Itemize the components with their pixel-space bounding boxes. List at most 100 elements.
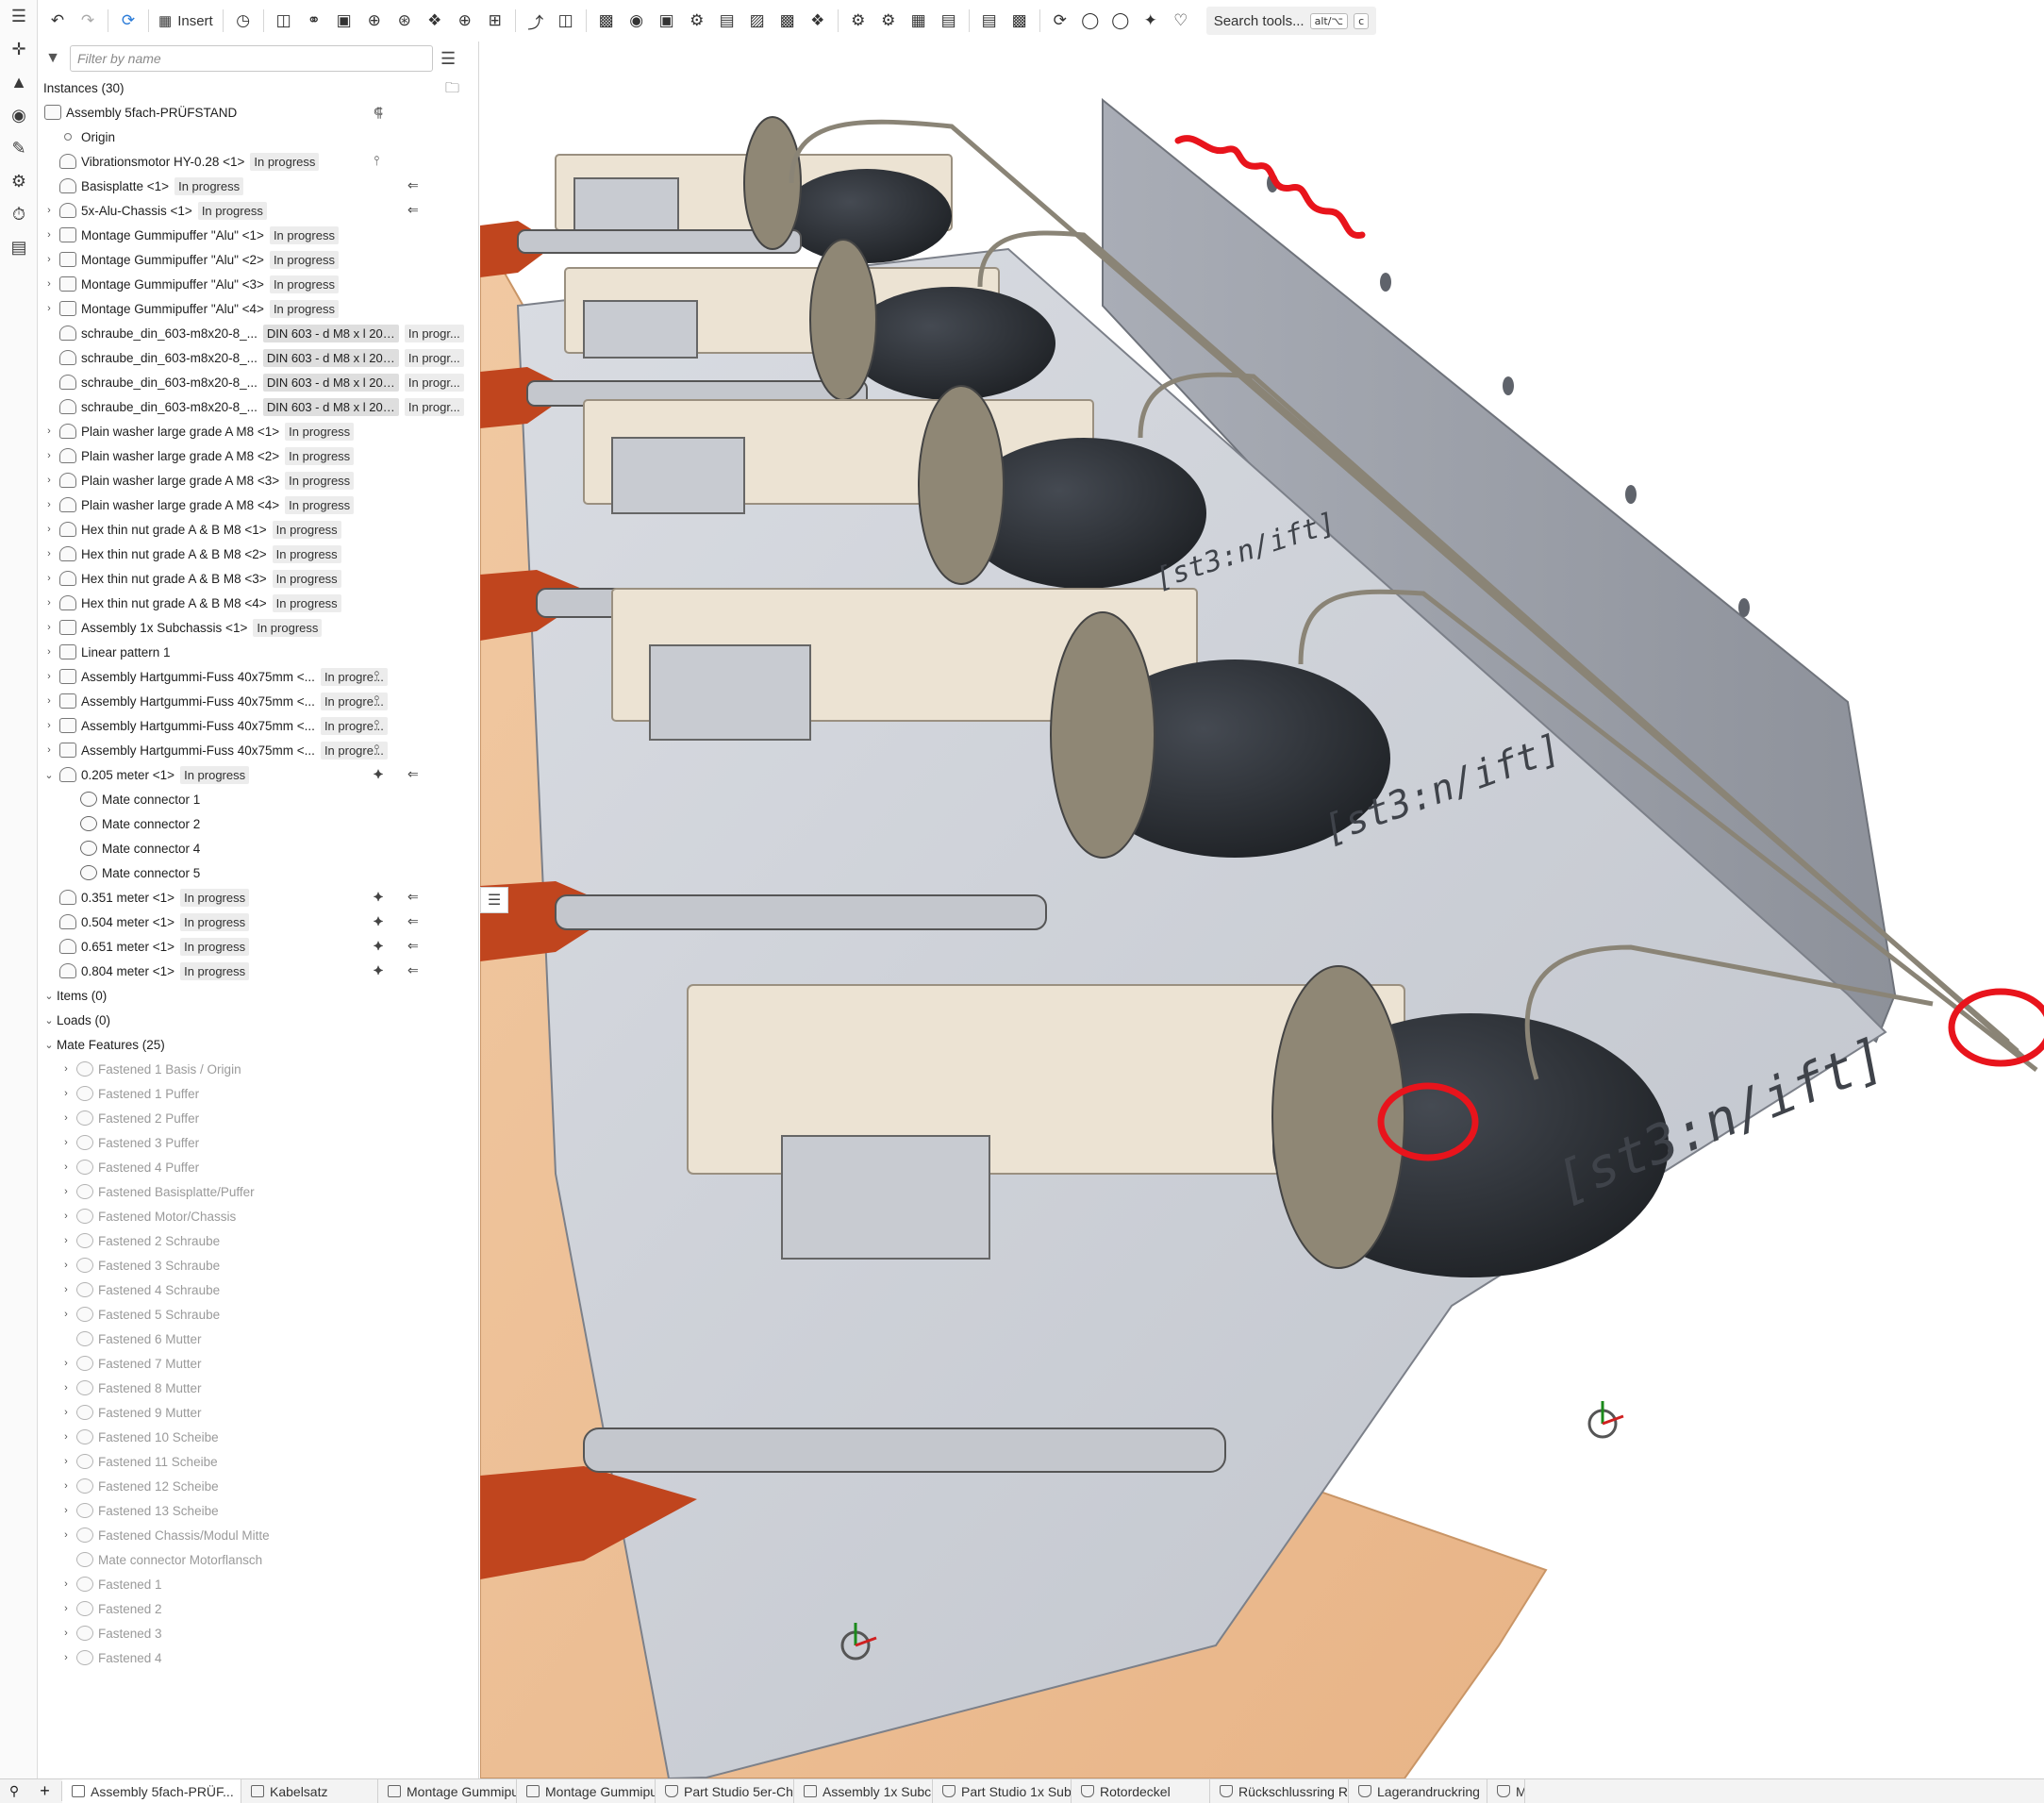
mate-feature-row[interactable]: › Fastened 2 Schraube: [38, 1228, 478, 1253]
add-mate-icon[interactable]: ✛: [0, 33, 38, 66]
gear-icon[interactable]: ⚙: [683, 6, 711, 36]
chevron-icon[interactable]: ›: [42, 303, 57, 314]
filter-icon[interactable]: ▼: [43, 50, 62, 67]
chevron-icon[interactable]: ›: [42, 720, 57, 731]
instance-row[interactable]: › Hex thin nut grade A & B M8 <2> In progr…: [38, 542, 478, 566]
document-tab[interactable]: Kabelsatz: [241, 1778, 378, 1803]
document-tab[interactable]: Lagerandruckring: [1349, 1778, 1487, 1803]
arrow-left-icon[interactable]: ⇐: [407, 913, 419, 929]
chevron-icon[interactable]: ›: [58, 1137, 74, 1148]
tangent-mate-icon[interactable]: ⤴: [522, 6, 550, 36]
mate-feature-row[interactable]: › Fastened 2: [38, 1596, 478, 1621]
document-tab[interactable]: Assembly 1x Subchassis: [794, 1778, 933, 1803]
notes-icon[interactable]: ✎: [0, 132, 38, 165]
chevron-icon[interactable]: ›: [42, 646, 57, 658]
mate-status-icon[interactable]: ⯌: [374, 962, 384, 978]
mate-feature-row[interactable]: Fastened 6 Mutter: [38, 1327, 478, 1351]
mate-status-icon[interactable]: ⫯: [374, 742, 379, 758]
mate-status-icon[interactable]: ⫯: [374, 153, 379, 169]
chevron-icon[interactable]: ›: [42, 524, 57, 535]
instance-row[interactable]: › Montage Gummipuffer "Alu" <1> In progres…: [38, 223, 478, 247]
redo-icon[interactable]: ↷: [74, 6, 102, 36]
chevron-icon[interactable]: ›: [58, 1309, 74, 1320]
chevron-icon[interactable]: ›: [58, 1382, 74, 1394]
configuration-badge[interactable]: DIN 603 - d M8 x l 20 ...: [262, 397, 399, 416]
revolute-mate-icon[interactable]: ⚭: [300, 6, 328, 36]
width-mate-icon[interactable]: ◫: [552, 6, 580, 36]
mate-connector-row[interactable]: Mate connector 5: [38, 860, 478, 885]
chevron-icon[interactable]: ›: [42, 278, 57, 290]
mirror-icon[interactable]: ⚙: [844, 6, 872, 36]
document-tab[interactable]: Montage Gummipuffer: [378, 1778, 517, 1803]
chevron-icon[interactable]: ›: [58, 1284, 74, 1295]
instance-row[interactable]: 0.804 meter <1> In progress ⯌ ⇐: [38, 959, 478, 983]
instance-row[interactable]: 0.651 meter <1> In progress ⯌ ⇐: [38, 934, 478, 959]
chevron-icon[interactable]: ›: [58, 1088, 74, 1099]
chevron-icon[interactable]: ›: [42, 744, 57, 756]
instance-row[interactable]: Vibrationsmotor HY-0.28 <1> In progress ⫯: [38, 149, 478, 174]
chevron-icon[interactable]: ›: [58, 1456, 74, 1467]
slider-mate-icon[interactable]: ▣: [330, 6, 358, 36]
chevron-icon[interactable]: ›: [58, 1235, 74, 1246]
mate-status-icon[interactable]: ⯌: [374, 766, 384, 782]
chevron-icon[interactable]: ›: [42, 499, 57, 510]
instance-row[interactable]: schraube_din_603-m8x20-8_... DIN 603 - d …: [38, 321, 478, 345]
mate-status-icon[interactable]: ⯌: [374, 938, 384, 954]
chevron-icon[interactable]: ›: [42, 597, 57, 609]
mate-feature-row[interactable]: › Fastened 2 Puffer: [38, 1106, 478, 1130]
chevron-icon[interactable]: ›: [58, 1628, 74, 1639]
animate-icon[interactable]: ▤: [935, 6, 963, 36]
document-tab[interactable]: Part Studio 5er-Chassis: [656, 1778, 794, 1803]
origin-row[interactable]: Origin: [38, 125, 478, 149]
chevron-icon[interactable]: ›: [42, 548, 57, 559]
chevron-icon[interactable]: ›: [42, 254, 57, 265]
screw-icon[interactable]: ▨: [743, 6, 772, 36]
mate-status-icon[interactable]: ⫯: [374, 717, 379, 733]
mate-status-icon[interactable]: ⯌: [374, 913, 384, 929]
document-tab[interactable]: Rückschlussring Rotor: [1210, 1778, 1349, 1803]
chevron-icon[interactable]: ›: [42, 229, 57, 241]
chevron-icon[interactable]: ›: [42, 671, 57, 682]
add-tab-icon[interactable]: +: [28, 1781, 62, 1801]
sync-icon[interactable]: ⟳: [114, 6, 142, 36]
chevron-icon[interactable]: ⌄: [42, 769, 57, 781]
instance-row[interactable]: › Plain washer large grade A M8 <4> In pro…: [38, 492, 478, 517]
chevron-down-icon[interactable]: ⌄: [42, 1039, 57, 1051]
instance-row[interactable]: › 5x-Alu-Chassis <1> In progress ⇐: [38, 198, 478, 223]
chevron-icon[interactable]: ›: [58, 1505, 74, 1516]
chevron-icon[interactable]: ›: [58, 1063, 74, 1075]
chevron-down-icon[interactable]: ⌄: [42, 990, 57, 1002]
instance-row[interactable]: › Plain washer large grade A M8 <1> In pro…: [38, 419, 478, 443]
chevron-icon[interactable]: ›: [42, 205, 57, 216]
named-views-icon[interactable]: ⟳: [1046, 6, 1074, 36]
configuration-badge[interactable]: DIN 603 - d M8 x l 20 ...: [262, 324, 399, 342]
mate-feature-row[interactable]: › Fastened 4 Schraube: [38, 1277, 478, 1302]
transparency-icon[interactable]: ♡: [1167, 6, 1195, 36]
new-folder-icon[interactable]: 🗀: [445, 78, 459, 102]
instance-row[interactable]: › Assembly Hartgummi-Fuss 40x75mm <... In …: [38, 713, 478, 738]
pin-icon[interactable]: ⸿: [374, 104, 383, 122]
chevron-icon[interactable]: ›: [58, 1210, 74, 1222]
parallel-mate-icon[interactable]: ⊕: [451, 6, 479, 36]
list-view-icon[interactable]: ☰: [440, 49, 456, 69]
mate-features-header[interactable]: ⌄ Mate Features (25): [38, 1032, 478, 1057]
chevron-icon[interactable]: ›: [58, 1358, 74, 1369]
mate-feature-row[interactable]: › Fastened 3 Schraube: [38, 1253, 478, 1277]
insert-button[interactable]: ▦ Insert: [155, 6, 217, 36]
cylindrical-mate-icon[interactable]: ⊕: [360, 6, 389, 36]
instance-row[interactable]: 0.504 meter <1> In progress ⯌ ⇐: [38, 910, 478, 934]
chevron-icon[interactable]: ›: [58, 1652, 74, 1663]
document-tab[interactable]: Rotordeckel: [1072, 1778, 1210, 1803]
instance-row[interactable]: › Plain washer large grade A M8 <2> In pro…: [38, 443, 478, 468]
undo-icon[interactable]: ↶: [43, 6, 72, 36]
root-assembly-row[interactable]: Assembly 5fach-PRÜFSTAND ⸿: [38, 100, 478, 125]
chevron-icon[interactable]: ›: [42, 450, 57, 461]
chevron-icon[interactable]: ›: [58, 1161, 74, 1173]
document-tab[interactable]: Montage Gummipuffer "...: [517, 1778, 656, 1803]
chevron-icon[interactable]: ›: [58, 1603, 74, 1614]
bom-icon[interactable]: ▤: [0, 231, 38, 264]
document-tab[interactable]: Assembly 5fach-PRÜF...: [62, 1778, 241, 1803]
items-header[interactable]: ⌄ Items (0): [38, 983, 478, 1008]
arrow-left-icon[interactable]: ⇐: [407, 177, 419, 193]
arrow-left-icon[interactable]: ⇐: [407, 962, 419, 978]
